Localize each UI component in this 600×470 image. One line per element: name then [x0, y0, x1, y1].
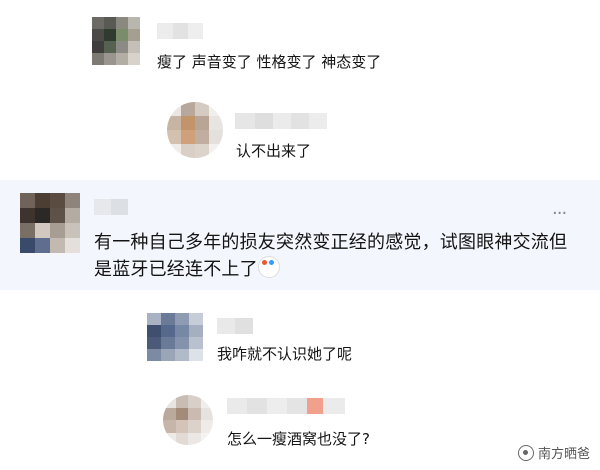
avatar[interactable] [163, 395, 213, 445]
comment-text: 怎么一瘦酒窝也没了? [227, 430, 370, 448]
avatar[interactable] [167, 102, 223, 158]
watermark: 南方晒爸 [517, 443, 590, 462]
more-options-button[interactable]: ··· [552, 203, 567, 224]
watermark-text: 南方晒爸 [537, 447, 590, 462]
clown-face-emoji-icon [257, 256, 280, 278]
username-redacted[interactable] [217, 318, 253, 334]
avatar[interactable] [20, 193, 80, 253]
username-redacted[interactable] [227, 398, 345, 414]
comment-text: 认不出来了 [236, 142, 312, 160]
username-redacted[interactable] [94, 199, 128, 215]
username-redacted[interactable] [235, 113, 327, 129]
comment-text: 有一种自己多年的损友突然变正经的感觉，试图眼神交流但是蓝牙已经连不上了 [94, 232, 568, 280]
avatar[interactable] [92, 17, 140, 65]
comment-text-block: 有一种自己多年的损友突然变正经的感觉，试图眼神交流但是蓝牙已经连不上了 [94, 229, 584, 283]
username-redacted[interactable] [157, 23, 203, 39]
avatar[interactable] [147, 313, 203, 361]
comment-text: 我咋就不认识她了呢 [217, 345, 353, 363]
comment-text: 瘦了 声音变了 性格变了 神态变了 [157, 53, 382, 71]
watermark-logo-icon [517, 444, 534, 461]
